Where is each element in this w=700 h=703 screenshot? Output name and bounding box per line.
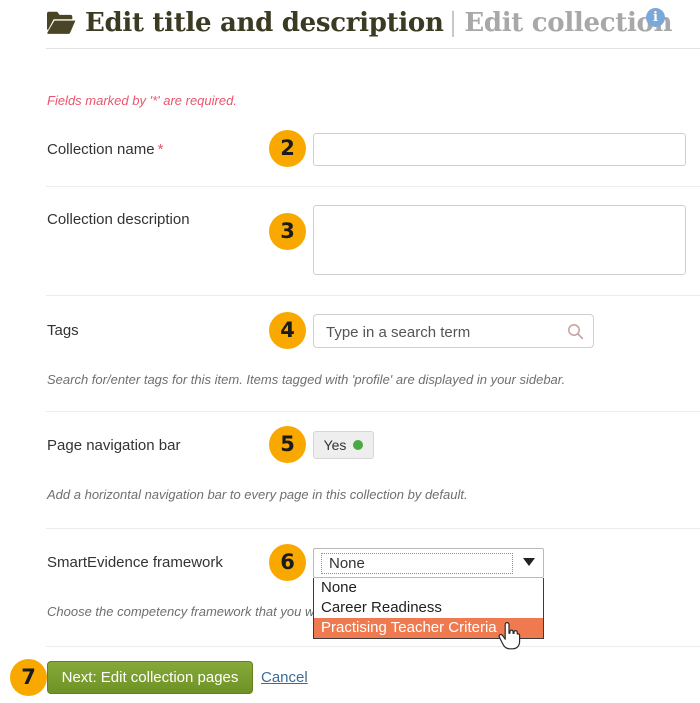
select-option-none[interactable]: None [314, 578, 543, 598]
row-divider-3 [46, 411, 700, 412]
step-badge-3: 3 [269, 213, 306, 250]
step-badge-2: 2 [269, 130, 306, 167]
row-divider-4 [46, 528, 700, 529]
label-page-navigation-bar: Page navigation bar [47, 437, 180, 454]
page-navigation-help-text: Add a horizontal navigation bar to every… [47, 487, 468, 502]
page-header: Edit title and description | Edit collec… [0, 0, 700, 52]
required-fields-note: Fields marked by '*' are required. [47, 93, 237, 108]
smartevidence-help-text: Choose the competency framework that you… [47, 604, 322, 619]
tags-search-box[interactable] [313, 314, 594, 348]
search-icon[interactable] [567, 323, 584, 340]
label-collection-name: Collection name* [47, 141, 163, 158]
page-navigation-toggle-label: Yes [324, 437, 347, 453]
smartevidence-select[interactable]: None [313, 548, 544, 578]
label-tags: Tags [47, 322, 79, 339]
collection-name-input[interactable] [313, 133, 686, 166]
page-title-primary: Edit title and description [85, 8, 444, 38]
step-badge-6: 6 [269, 544, 306, 581]
step-badge-7: 7 [10, 659, 47, 696]
header-divider [46, 48, 700, 49]
select-option-practising-teacher-criteria[interactable]: Practising Teacher Criteria [314, 618, 543, 638]
label-smartevidence-framework: SmartEvidence framework [47, 554, 223, 571]
cancel-link[interactable]: Cancel [261, 669, 308, 686]
label-collection-name-text: Collection name [47, 141, 155, 158]
title-separator: | [449, 8, 458, 38]
chevron-down-icon[interactable] [523, 558, 535, 566]
row-divider-2 [46, 295, 700, 296]
page-navigation-toggle[interactable]: Yes [313, 431, 374, 459]
row-divider-1 [46, 186, 700, 187]
smartevidence-select-value: None [321, 553, 513, 574]
smartevidence-select-menu[interactable]: None Career Readiness Practising Teacher… [313, 578, 544, 639]
select-option-career-readiness[interactable]: Career Readiness [314, 598, 543, 618]
step-badge-5: 5 [269, 426, 306, 463]
row-divider-5 [46, 646, 700, 647]
page-title: Edit title and description | Edit collec… [46, 2, 672, 44]
label-collection-description: Collection description [47, 211, 190, 228]
toggle-on-indicator-icon [353, 440, 363, 450]
folder-open-icon [46, 10, 85, 36]
next-edit-collection-pages-button[interactable]: Next: Edit collection pages [47, 661, 253, 694]
step-badge-4: 4 [269, 312, 306, 349]
required-asterisk: * [158, 141, 164, 158]
info-icon[interactable]: i [646, 8, 665, 27]
collection-description-textarea[interactable] [313, 205, 686, 275]
page-title-secondary: Edit collection [464, 8, 672, 38]
tags-help-text: Search for/enter tags for this item. Ite… [47, 372, 565, 387]
tags-search-input[interactable] [324, 315, 556, 349]
